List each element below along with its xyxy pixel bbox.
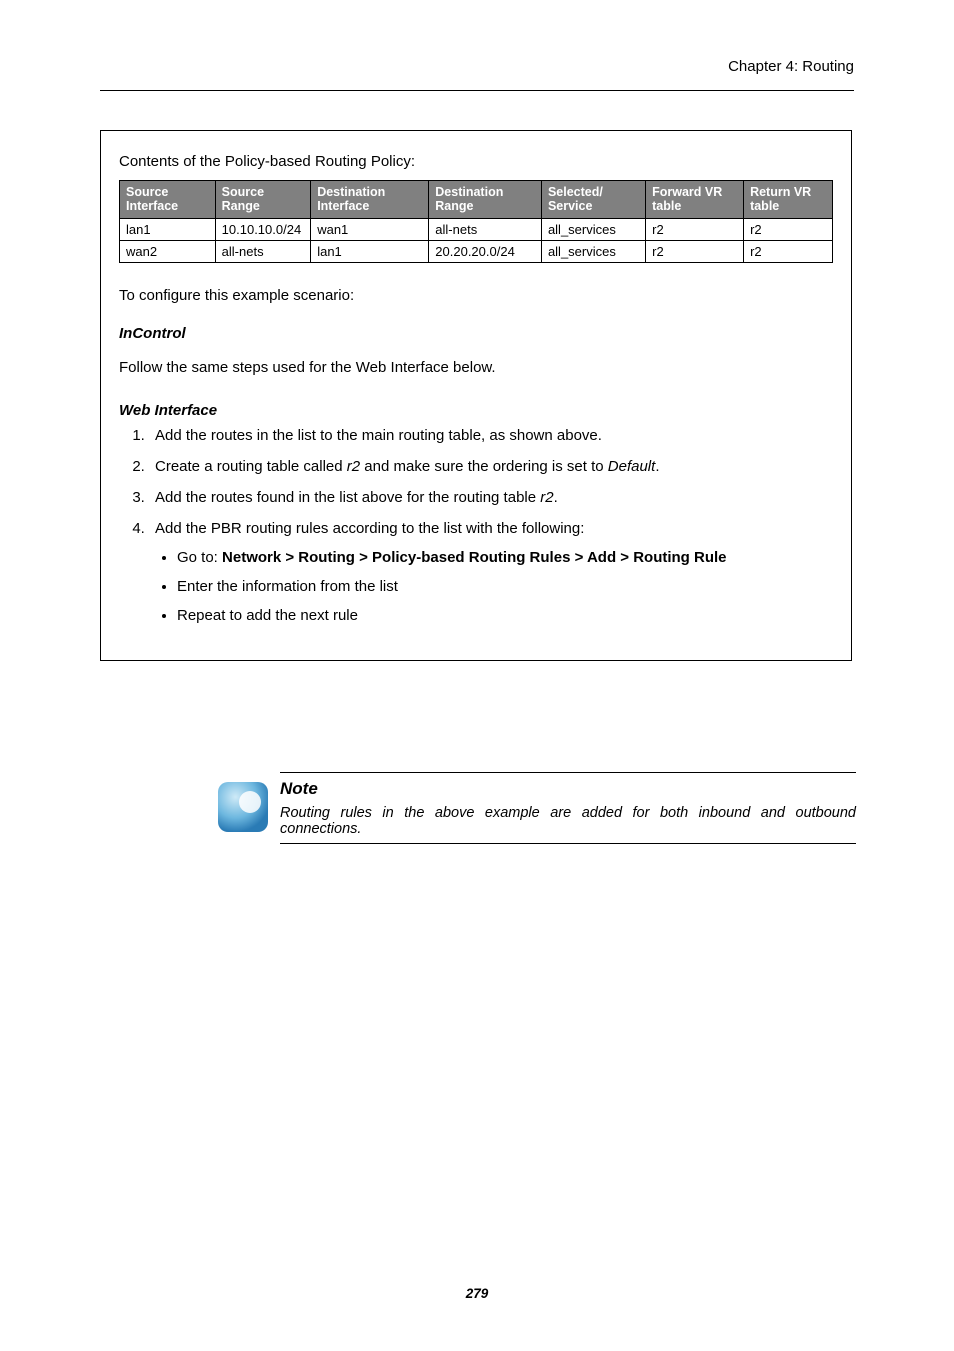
incontrol-label: InControl [119, 325, 833, 342]
cell: all-nets [215, 240, 311, 262]
policy-table: Source Interface Source Range Destinatio… [119, 180, 833, 263]
running-header: Chapter 4: Routing [728, 58, 854, 75]
cell: all_services [541, 218, 645, 240]
sub-list: Go to: Network > Routing > Policy-based … [155, 549, 833, 624]
cell: wan1 [311, 218, 429, 240]
step: Add the routes found in the list above f… [149, 489, 833, 506]
sub-item: Enter the information from the list [177, 578, 833, 595]
table-row: lan1 10.10.10.0/24 wan1 all-nets all_ser… [120, 218, 833, 240]
th-dst-range: Destination Range [429, 181, 542, 219]
cell: r2 [646, 240, 744, 262]
cell: all-nets [429, 218, 542, 240]
note-icon [216, 780, 270, 834]
step-text: . [655, 458, 659, 475]
step-text: . [554, 489, 558, 506]
note-title: Note [280, 779, 856, 799]
incontrol-text: Follow the same steps used for the Web I… [119, 357, 833, 379]
cell: 10.10.10.0/24 [215, 218, 311, 240]
step-text: Create a routing table called [155, 458, 347, 475]
step-text: r2 [540, 489, 553, 506]
cell: lan1 [311, 240, 429, 262]
step: Add the routes in the list to the main r… [149, 427, 833, 444]
sub-item: Repeat to add the next rule [177, 607, 833, 624]
configure-line: To configure this example scenario: [119, 285, 833, 307]
example-box: Contents of the Policy-based Routing Pol… [100, 130, 852, 661]
cell: lan1 [120, 218, 216, 240]
sub-text: Network > Routing > Policy-based Routing… [222, 549, 727, 566]
sub-item: Go to: Network > Routing > Policy-based … [177, 549, 833, 566]
step: Add the PBR routing rules according to t… [149, 520, 833, 624]
webif-label: Web Interface [119, 402, 833, 419]
th-src-if: Source Interface [120, 181, 216, 219]
note-body: Routing rules in the above example are a… [280, 805, 856, 837]
note-rule-bottom [280, 843, 856, 844]
step-text: Add the PBR routing rules according to t… [155, 520, 584, 537]
page-number: 279 [0, 1286, 954, 1301]
th-ret: Return VR table [744, 181, 833, 219]
step-text: and make sure the ordering is set to [360, 458, 608, 475]
cell: r2 [744, 218, 833, 240]
step-text: r2 [347, 458, 360, 475]
step: Create a routing table called r2 and mak… [149, 458, 833, 475]
cell: r2 [646, 218, 744, 240]
cell: wan2 [120, 240, 216, 262]
webif-steps: Add the routes in the list to the main r… [119, 427, 833, 624]
cell: 20.20.20.0/24 [429, 240, 542, 262]
header-rule [100, 90, 854, 91]
table-row: wan2 all-nets lan1 20.20.20.0/24 all_ser… [120, 240, 833, 262]
box-intro: Contents of the Policy-based Routing Pol… [119, 153, 833, 170]
th-service: Selected/ Service [541, 181, 645, 219]
cell: r2 [744, 240, 833, 262]
th-dst-if: Destination Interface [311, 181, 429, 219]
step-text: Default [608, 458, 656, 475]
note-rule-top [280, 772, 856, 773]
th-fwd: Forward VR table [646, 181, 744, 219]
cell: all_services [541, 240, 645, 262]
sub-text: Go to: [177, 549, 222, 566]
note-block: Note Routing rules in the above example … [280, 772, 856, 850]
th-src-range: Source Range [215, 181, 311, 219]
step-text: Add the routes found in the list above f… [155, 489, 540, 506]
